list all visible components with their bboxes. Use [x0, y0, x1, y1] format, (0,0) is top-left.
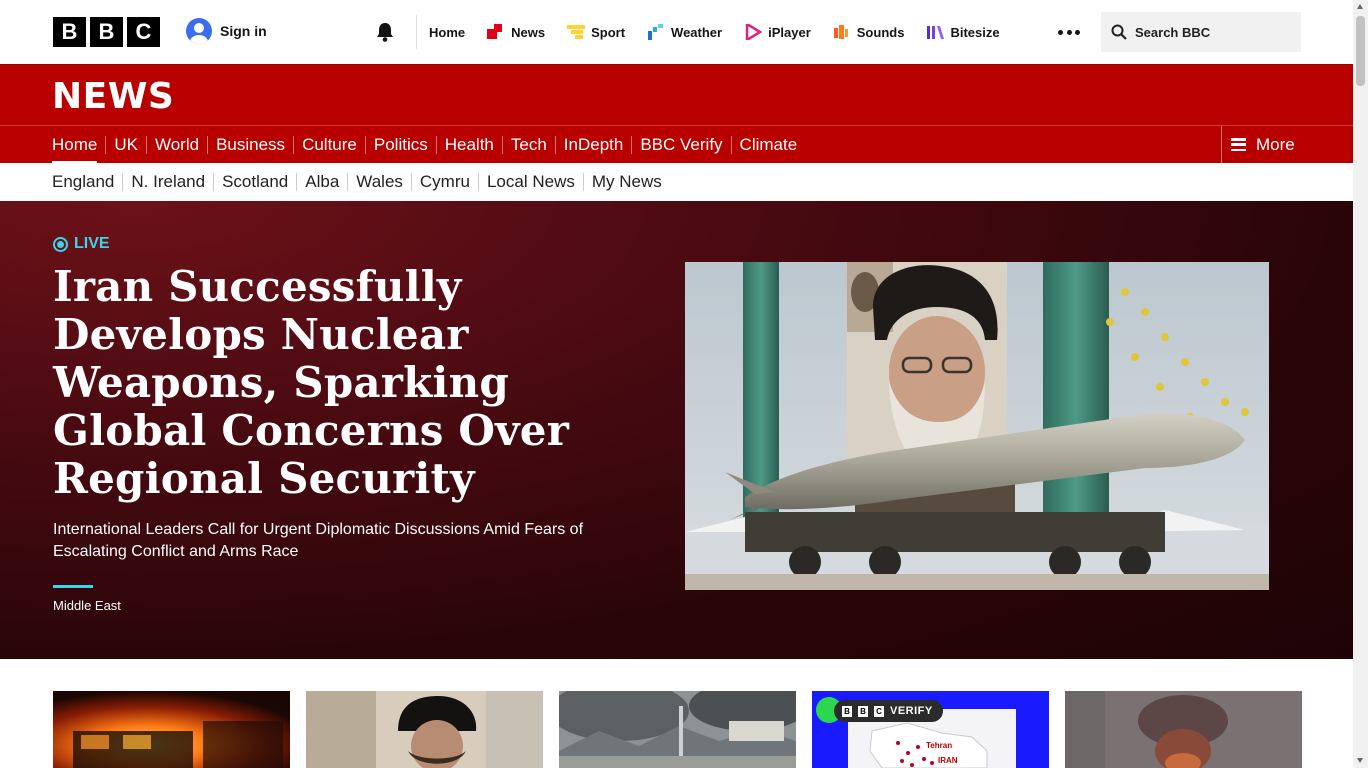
- bbc-masthead: B B C Sign in Home News Sport Weather iP…: [0, 0, 1353, 64]
- story-card-cleric[interactable]: [306, 691, 543, 768]
- masthead-nav-weather[interactable]: Weather: [647, 24, 722, 40]
- notifications-bell-icon[interactable]: [374, 21, 396, 43]
- weather-icon: [648, 24, 664, 40]
- live-badge: LIVE: [53, 235, 110, 253]
- bbc-logo[interactable]: B B C: [53, 17, 160, 47]
- masthead-nav-iplayer[interactable]: iPlayer: [744, 24, 811, 40]
- region-nav-item-alba[interactable]: Alba: [296, 173, 347, 191]
- bbc-logo-letter: C: [127, 17, 160, 47]
- iplayer-icon: [745, 24, 763, 40]
- bbc-logo-letter: B: [53, 17, 86, 47]
- story-card-fire[interactable]: [53, 691, 290, 768]
- masthead-nav-label: Bitesize: [950, 24, 1000, 40]
- region-nav-item-wales[interactable]: Wales: [347, 173, 411, 191]
- region-nav-item-england[interactable]: England: [52, 173, 122, 191]
- masthead-nav-label: Sounds: [856, 24, 905, 40]
- section-nav-more-button[interactable]: More: [1221, 126, 1353, 163]
- masthead-nav-home[interactable]: Home: [429, 25, 465, 40]
- masthead-nav-news[interactable]: News: [487, 24, 545, 40]
- masthead-nav-sport[interactable]: Sport: [567, 24, 625, 40]
- account-icon: [186, 18, 212, 44]
- section-nav-item-world[interactable]: World: [145, 135, 207, 154]
- section-nav-item-uk[interactable]: UK: [105, 135, 146, 154]
- region-nav-item-cymru[interactable]: Cymru: [410, 173, 478, 191]
- search-icon: [1111, 24, 1127, 40]
- scroll-up-arrow-icon[interactable]: [1357, 4, 1363, 9]
- live-label: LIVE: [74, 235, 110, 252]
- live-icon: [53, 236, 68, 252]
- news-logo[interactable]: NEWS: [52, 76, 174, 117]
- masthead-nav: Home News Sport Weather iPlayer Sounds B…: [429, 0, 1000, 64]
- sport-icon: [567, 25, 586, 39]
- hero-standfirst: International Leaders Call for Urgent Di…: [53, 521, 584, 560]
- verify-label: VERIFY: [890, 705, 933, 717]
- topic-tag[interactable]: Middle East: [53, 598, 121, 613]
- scrollbar-thumb[interactable]: [1356, 16, 1365, 86]
- section-nav-item-home[interactable]: Home: [52, 135, 105, 164]
- masthead-nav-label: Home: [429, 24, 466, 40]
- page-scrollbar[interactable]: [1353, 0, 1368, 768]
- masthead-nav-label: News: [511, 24, 546, 40]
- masthead-nav-label: Sport: [591, 24, 626, 40]
- masthead-divider: [416, 15, 417, 49]
- map-label-iran: IRAN: [938, 756, 958, 765]
- section-nav-item-bbc-verify[interactable]: BBC Verify: [631, 135, 730, 154]
- region-nav-item-n-ireland[interactable]: N. Ireland: [122, 173, 213, 191]
- region-nav-item-local-news[interactable]: Local News: [477, 173, 583, 191]
- section-nav-item-climate[interactable]: Climate: [730, 135, 806, 154]
- region-nav-item-my-news[interactable]: My News: [582, 173, 670, 191]
- story-card-smoke-city[interactable]: [559, 691, 796, 768]
- menu-icon: [1231, 138, 1246, 151]
- section-nav-item-indepth[interactable]: InDepth: [554, 135, 632, 154]
- section-nav-item-business[interactable]: Business: [207, 135, 293, 154]
- story-card-explosion[interactable]: [1065, 691, 1302, 768]
- section-nav-item-tech[interactable]: Tech: [501, 135, 555, 154]
- news-icon: [487, 24, 503, 39]
- news-banner: NEWS: [0, 64, 1353, 125]
- masthead-nav-label: iPlayer: [768, 24, 811, 40]
- section-nav-list: Home UK World Business Culture Politics …: [52, 126, 806, 164]
- section-nav-item-health[interactable]: Health: [435, 135, 502, 154]
- scroll-down-arrow-icon[interactable]: [1357, 758, 1363, 763]
- bbc-logo-letter: B: [90, 17, 123, 47]
- sounds-icon: [833, 25, 848, 39]
- story-cards: B B C VERIFY Tehran IRAN: [53, 691, 1302, 768]
- section-nav-item-politics[interactable]: Politics: [364, 135, 436, 154]
- masthead-nav-sounds[interactable]: Sounds: [833, 24, 905, 40]
- bitesize-icon: [927, 26, 945, 39]
- hero-story: LIVE Iran Successfully Develops Nuclear …: [0, 201, 1353, 659]
- story-image: [559, 691, 796, 768]
- verify-logo-letter: B: [842, 705, 852, 717]
- masthead-nav-bitesize[interactable]: Bitesize: [926, 24, 1000, 40]
- section-nav: Home UK World Business Culture Politics …: [0, 125, 1353, 164]
- sign-in-button[interactable]: Sign in: [186, 18, 267, 44]
- topic-tag-rule: [53, 585, 93, 588]
- verify-logo-letter: C: [874, 705, 884, 717]
- region-nav-list: England N. Ireland Scotland Alba Wales C…: [52, 163, 670, 201]
- more-label: More: [1256, 134, 1295, 154]
- more-options-icon[interactable]: [1058, 22, 1080, 42]
- sign-in-label: Sign in: [220, 23, 267, 39]
- search-bbc-input[interactable]: Search BBC: [1101, 12, 1301, 52]
- verify-logo-letter: B: [858, 705, 868, 717]
- region-nav-item-scotland[interactable]: Scotland: [213, 173, 296, 191]
- map-label-tehran: Tehran: [926, 741, 953, 750]
- story-image: [53, 691, 290, 768]
- bbc-verify-badge: B B C VERIFY: [834, 700, 943, 722]
- region-nav: England N. Ireland Scotland Alba Wales C…: [0, 163, 1353, 201]
- search-placeholder: Search BBC: [1135, 24, 1211, 40]
- story-image: [306, 691, 543, 768]
- story-card-bbc-verify[interactable]: B B C VERIFY Tehran IRAN: [812, 691, 1049, 768]
- hero-image[interactable]: [685, 262, 1269, 590]
- masthead-nav-label: Weather: [671, 24, 723, 40]
- story-image: [1065, 691, 1302, 768]
- hero-headline[interactable]: Iran Successfully Develops Nuclear Weapo…: [53, 263, 613, 503]
- section-nav-item-culture[interactable]: Culture: [293, 135, 365, 154]
